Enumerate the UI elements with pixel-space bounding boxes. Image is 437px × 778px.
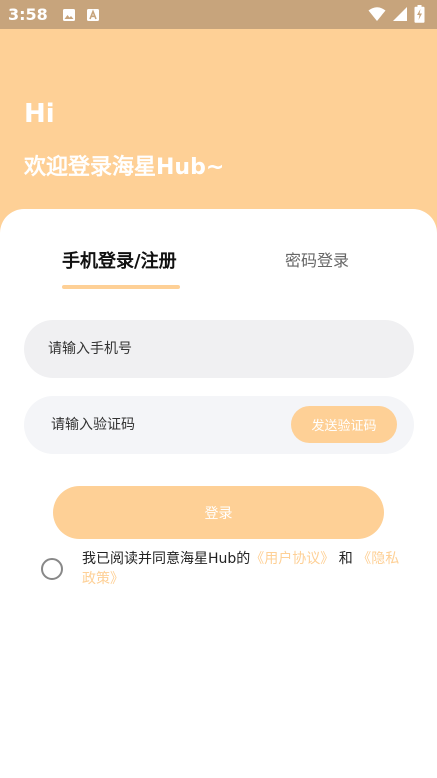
a-text-icon xyxy=(86,8,100,22)
code-field-container: 发送验证码 xyxy=(24,396,414,454)
agreement-prefix: 我已阅读并同意海星Hub的 xyxy=(82,551,251,567)
phone-input[interactable] xyxy=(24,320,384,378)
status-time: 3:58 xyxy=(8,5,48,24)
agreement-radio[interactable] xyxy=(41,558,63,580)
agreement-text: 我已阅读并同意海星Hub的《用户协议》 和 《隐私政策》 xyxy=(82,549,412,589)
login-button[interactable]: 登录 xyxy=(53,486,384,539)
agreement-conjunction: 和 xyxy=(334,551,358,567)
status-left-icons xyxy=(62,8,100,22)
user-agreement-link[interactable]: 《用户协议》 xyxy=(250,551,334,567)
status-right-icons xyxy=(368,5,425,23)
send-code-button[interactable]: 发送验证码 xyxy=(291,406,397,443)
welcome-subtitle: 欢迎登录海星Hub~ xyxy=(24,155,225,180)
signal-icon xyxy=(392,6,408,22)
tab-phone-login[interactable]: 手机登录/注册 xyxy=(62,247,177,273)
battery-icon xyxy=(414,5,425,23)
login-screen: 3:58 Hi 欢迎登录海星Hub~ 手机登录/注册 密码登录 请输入手机号 请… xyxy=(0,0,437,778)
status-bar: 3:58 xyxy=(0,0,437,29)
greeting-title: Hi xyxy=(24,99,55,129)
active-tab-indicator xyxy=(62,285,180,289)
verification-code-input[interactable] xyxy=(24,396,284,454)
welcome-header: Hi 欢迎登录海星Hub~ xyxy=(0,29,437,234)
agreement-row: 我已阅读并同意海星Hub的《用户协议》 和 《隐私政策》 xyxy=(0,546,437,596)
wifi-icon xyxy=(368,6,386,22)
login-card: 手机登录/注册 密码登录 发送验证码 登录 我已阅读并同意海星Hub的《用户协议… xyxy=(0,209,437,778)
image-icon xyxy=(62,8,76,22)
phone-field-container xyxy=(24,320,414,378)
tab-password-login[interactable]: 密码登录 xyxy=(285,247,349,271)
